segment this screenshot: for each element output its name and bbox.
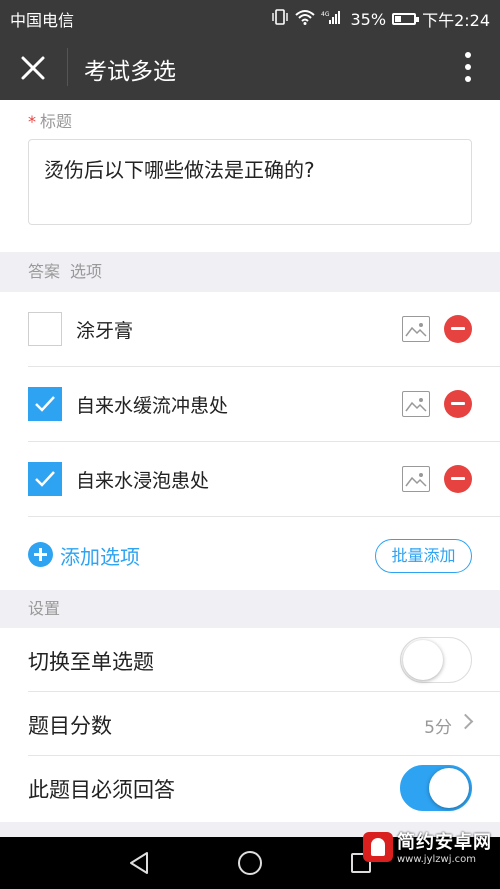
toggle-knob xyxy=(403,640,443,680)
battery-icon xyxy=(392,13,420,25)
question-title-input[interactable]: 烫伤后以下哪些做法是正确的? xyxy=(28,139,472,225)
checkmark-icon xyxy=(35,471,55,487)
options-section-header: 答案 选项 xyxy=(0,252,500,292)
required-answer-toggle[interactable] xyxy=(400,765,472,811)
settings-list: 切换至单选题 题目分数 5分 此题目必须回答 xyxy=(0,628,500,822)
switch-single-toggle[interactable] xyxy=(400,637,472,683)
chevron-right-icon xyxy=(457,713,474,730)
carrier-label: 中国电信 xyxy=(10,11,75,30)
remove-option-icon[interactable] xyxy=(444,390,472,418)
signal-icon: 4G xyxy=(321,9,345,29)
option-checkbox[interactable] xyxy=(28,462,62,496)
score-label: 题目分数 xyxy=(28,714,112,738)
options-list: 涂牙膏 自来水缓流冲患处 自来水浸泡患处 添加选项 批量添加 xyxy=(0,292,500,590)
toggle-knob xyxy=(429,768,469,808)
option-checkbox[interactable] xyxy=(28,312,62,346)
setting-row-switch-single[interactable]: 切换至单选题 xyxy=(0,628,500,692)
add-option-button[interactable]: 添加选项 xyxy=(60,541,140,570)
close-icon[interactable] xyxy=(18,53,48,83)
svg-text:4G: 4G xyxy=(321,11,330,18)
score-value: 5分 xyxy=(424,718,452,738)
status-bar: 中国电信 4G 35% 下午2:24 xyxy=(0,0,500,34)
switch-single-label: 切换至单选题 xyxy=(28,650,154,674)
question-title-section: * 标题 烫伤后以下哪些做法是正确的? xyxy=(0,100,500,252)
more-vertical-icon[interactable] xyxy=(464,52,472,82)
batch-add-button[interactable]: 批量添加 xyxy=(375,539,472,573)
watermark-name: 简约安卓网 xyxy=(397,832,492,853)
watermark-logo-icon xyxy=(363,831,393,862)
watermark: 简约安卓网 www.jylzwj.com xyxy=(363,828,492,865)
watermark-url: www.jylzwj.com xyxy=(397,854,477,865)
option-row: 自来水浸泡患处 xyxy=(0,442,500,517)
option-label[interactable]: 涂牙膏 xyxy=(76,316,133,343)
required-mark: * xyxy=(28,112,36,131)
add-circle-icon[interactable] xyxy=(28,542,53,567)
status-icons: 4G 35% 下午2:24 xyxy=(271,7,490,31)
question-title-label: * 标题 xyxy=(28,108,72,132)
image-icon[interactable] xyxy=(402,466,430,492)
options-column-label: 选项 xyxy=(70,262,103,281)
image-icon[interactable] xyxy=(402,316,430,342)
question-label-text: 标题 xyxy=(40,112,73,131)
home-icon[interactable] xyxy=(238,851,262,875)
option-row: 自来水缓流冲患处 xyxy=(0,367,500,442)
setting-row-required[interactable]: 此题目必须回答 xyxy=(0,756,500,820)
image-icon[interactable] xyxy=(402,391,430,417)
watermark-text: 简约安卓网 www.jylzwj.com xyxy=(397,828,492,865)
checkmark-icon xyxy=(35,396,55,412)
battery-fill xyxy=(395,16,402,22)
settings-section-header: 设置 xyxy=(0,590,500,628)
option-label[interactable]: 自来水浸泡患处 xyxy=(76,466,209,493)
option-row: 涂牙膏 xyxy=(0,292,500,367)
option-checkbox[interactable] xyxy=(28,387,62,421)
required-answer-label: 此题目必须回答 xyxy=(28,778,175,802)
back-icon[interactable] xyxy=(128,851,150,879)
option-label[interactable]: 自来水缓流冲患处 xyxy=(76,391,228,418)
setting-row-score[interactable]: 题目分数 5分 xyxy=(0,692,500,756)
vibrate-icon xyxy=(271,9,289,29)
page-title: 考试多选 xyxy=(84,59,176,85)
header-divider xyxy=(67,48,68,86)
clock: 下午2:24 xyxy=(422,11,490,30)
answer-column-label: 答案 xyxy=(28,262,61,281)
app-header: 考试多选 xyxy=(0,34,500,100)
remove-option-icon[interactable] xyxy=(444,315,472,343)
add-option-row: 添加选项 批量添加 xyxy=(0,517,500,590)
battery-percent: 35% xyxy=(350,9,387,29)
wifi-icon xyxy=(294,9,315,29)
remove-option-icon[interactable] xyxy=(444,465,472,493)
